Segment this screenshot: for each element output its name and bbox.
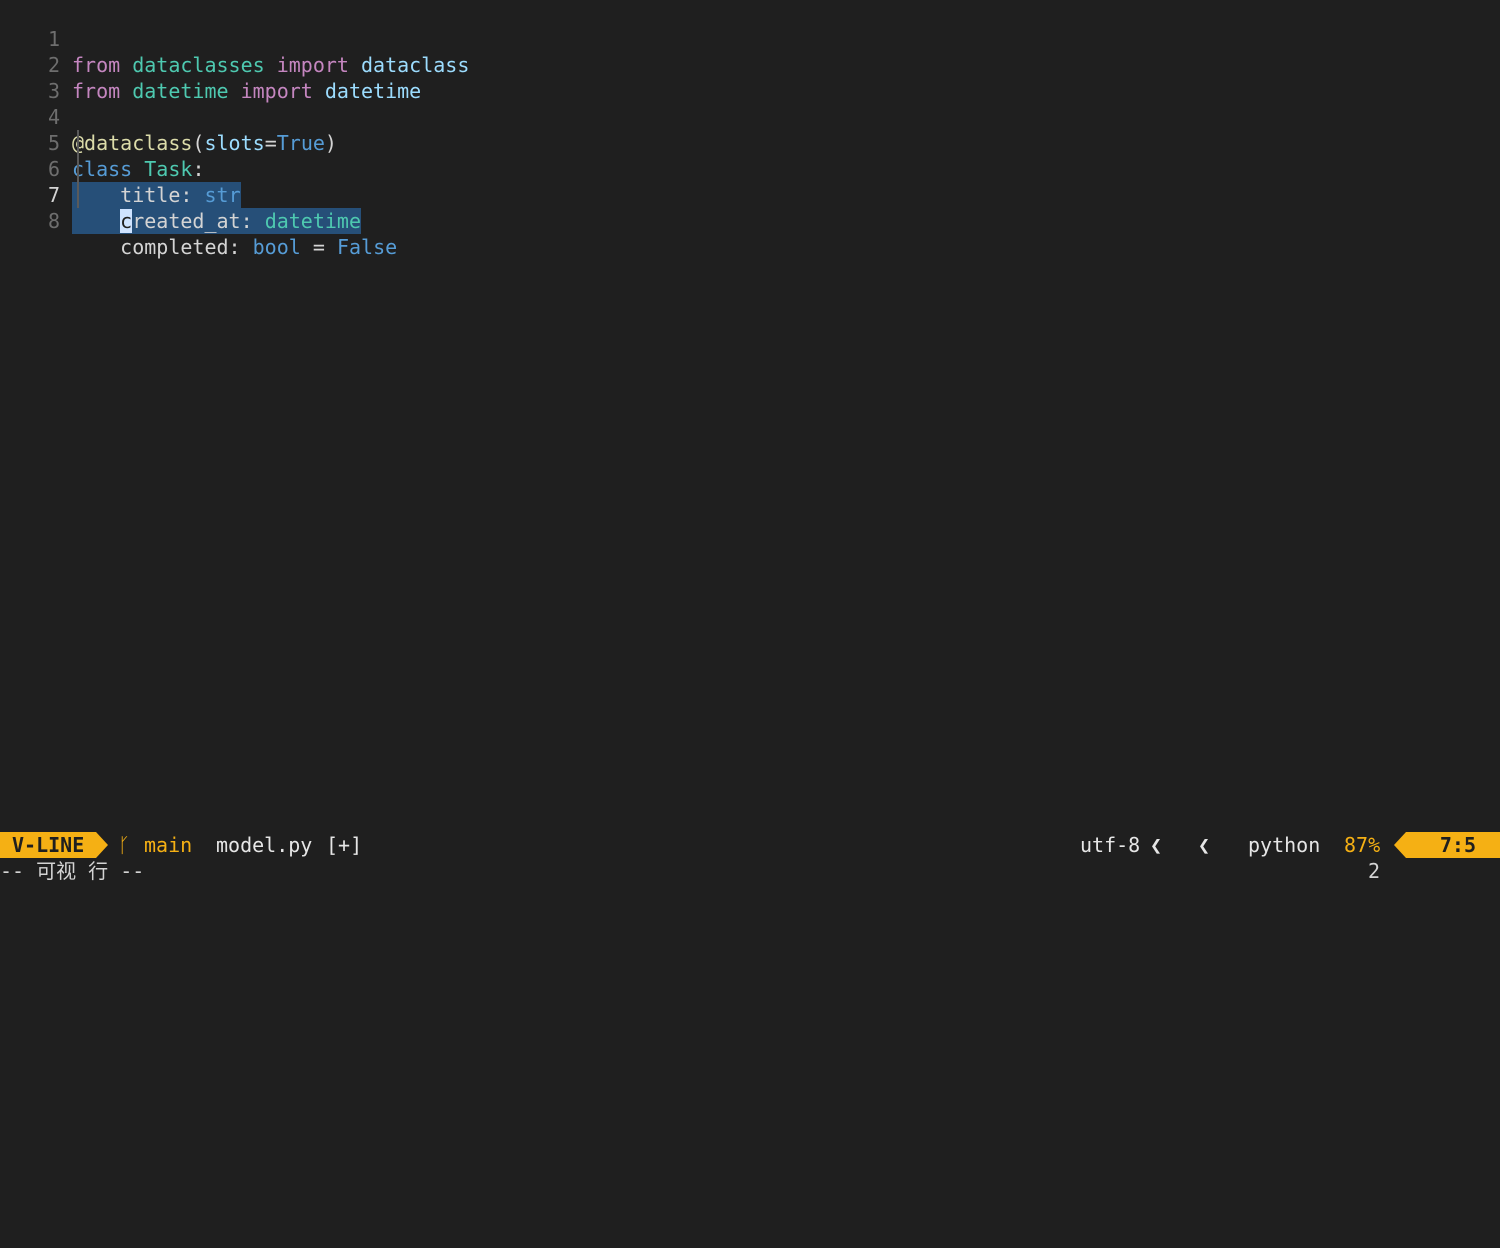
line-number: 8 <box>47 209 60 233</box>
file-encoding: utf-8 <box>1080 833 1141 857</box>
indent-guide <box>77 130 79 208</box>
code-line-5[interactable]: 5 class Task: <box>0 104 1500 181</box>
scroll-percent: 87% <box>1344 833 1381 857</box>
cursor-position: 7:5 <box>1406 832 1500 858</box>
code-line-8[interactable]: 8 completed: bool = False <box>0 182 1500 259</box>
mode-separator <box>96 832 108 858</box>
code-line-4[interactable]: 4 @dataclass(slots=True) <box>0 78 1500 155</box>
mode-indicator: V-LINE <box>0 832 97 858</box>
git-branch[interactable]: main <box>144 832 192 858</box>
command-line[interactable]: -- 可视 行 -- 2 <box>0 858 1500 885</box>
separator-icon: ❮ <box>1198 833 1211 857</box>
text-cursor: c <box>120 209 133 233</box>
code-line-3[interactable]: 3 <box>0 52 1500 103</box>
editor-pane[interactable]: 1 from dataclasses import dataclass 2 fr… <box>0 0 1500 832</box>
status-line: V-LINE ᚴ main model.py [+] utf-8 ❮ ❮ pyt… <box>0 832 1500 881</box>
file-name: model.py <box>216 833 313 857</box>
code-line-2[interactable]: 2 from datetime import datetime <box>0 26 1500 103</box>
selection-count: 2 <box>1368 859 1381 883</box>
code-text: completed: bool = False <box>120 235 398 259</box>
modified-flag: [+] <box>326 833 363 857</box>
code-text: created_at: datetime <box>72 208 362 234</box>
file-type: python <box>1248 833 1321 857</box>
mode-message: -- 可视 行 -- <box>0 859 145 883</box>
separator-icon: ❮ <box>1150 833 1163 857</box>
code-line-6[interactable]: 6 title: str <box>0 130 1500 208</box>
code-line-1[interactable]: 1 from dataclasses import dataclass <box>0 0 1500 77</box>
code-line-7[interactable]: 7 created_at: datetime <box>0 156 1500 234</box>
position-separator <box>1394 832 1406 858</box>
git-branch-icon: ᚴ <box>118 833 130 857</box>
